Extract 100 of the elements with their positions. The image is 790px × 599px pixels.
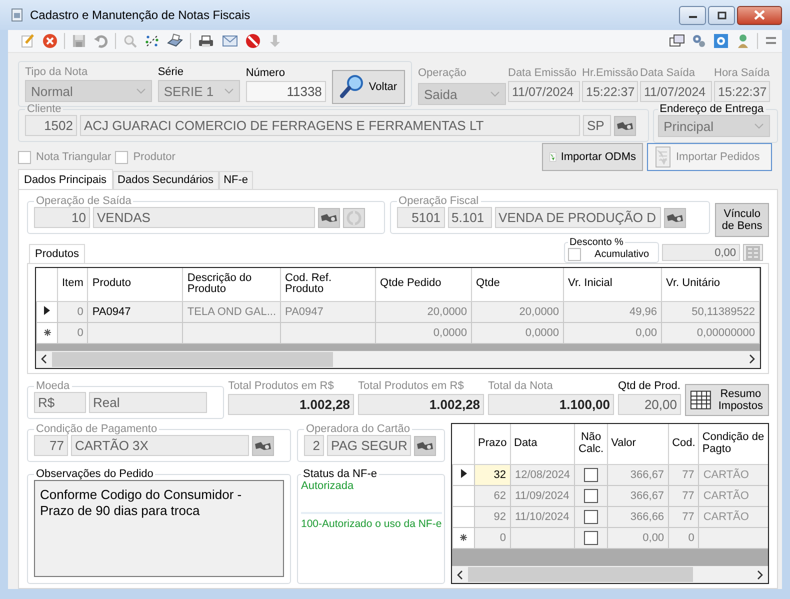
- column-header[interactable]: Condição de Pagto: [698, 424, 768, 464]
- tab[interactable]: NF-e: [218, 171, 254, 189]
- field-label: Total da Nota: [488, 380, 554, 393]
- gears-icon[interactable]: [691, 33, 707, 49]
- column-header[interactable]: Qtde Pedido: [376, 268, 472, 301]
- tab[interactable]: Dados Secundários: [112, 171, 219, 189]
- lookup-button[interactable]: [614, 116, 636, 136]
- code-field[interactable]: 10: [34, 207, 90, 228]
- table-cell: 366,67: [608, 485, 669, 506]
- window-title: Cadastro e Manutenção de Notas Fiscais: [30, 8, 250, 22]
- field-label: Total Produtos em R$: [358, 380, 465, 393]
- field-label: Data Saída: [640, 67, 696, 80]
- chevron-down-icon: [490, 91, 500, 97]
- scanner-icon[interactable]: [166, 33, 184, 49]
- code-field[interactable]: 5101: [396, 207, 445, 228]
- checkbox[interactable]: Acumulativo: [568, 248, 655, 261]
- table-cell: 12/08/2024: [510, 464, 575, 485]
- currency-code-field[interactable]: R$: [34, 392, 86, 413]
- horizontal-scrollbar[interactable]: [36, 350, 760, 368]
- chevron-down-icon: [136, 88, 146, 94]
- import-button[interactable]: Importar ODMs: [542, 143, 643, 171]
- group-title: Operação de Saída: [35, 195, 132, 207]
- table-cell: 62: [474, 485, 510, 506]
- lookup-button[interactable]: [664, 208, 686, 228]
- envelope-icon[interactable]: [221, 33, 239, 49]
- column-header[interactable]: Data: [510, 424, 575, 464]
- table-cell: PA0947: [280, 301, 376, 322]
- column-header[interactable]: Não Calc.: [574, 424, 608, 464]
- field-label: Qtd de Prod.: [618, 380, 681, 393]
- column-header[interactable]: Descrição do Produto: [182, 268, 281, 301]
- stop-icon[interactable]: [245, 33, 261, 49]
- column-header[interactable]: Prazo: [474, 424, 510, 464]
- total-field[interactable]: 1.002,28: [358, 394, 484, 415]
- close-icon: [754, 10, 765, 20]
- close-button[interactable]: [737, 6, 782, 24]
- table-cell: 32: [474, 464, 510, 485]
- operation-name-field[interactable]: VENDAS: [93, 207, 315, 228]
- checkbox[interactable]: [584, 530, 598, 544]
- status-message: 100-Autorizado o uso da NF-e: [301, 512, 442, 530]
- operation-name-field[interactable]: VENDA DE PRODUÇÃO D: [494, 207, 661, 228]
- checkbox[interactable]: [584, 510, 598, 524]
- card-operator-field[interactable]: PAG SEGUR: [327, 435, 411, 456]
- cfop-field[interactable]: 5.101: [448, 207, 492, 228]
- state-field[interactable]: SP: [583, 115, 611, 136]
- lookup-button[interactable]: [414, 436, 436, 456]
- total-field[interactable]: 1.100,00: [488, 394, 614, 415]
- lookup-button[interactable]: [252, 436, 274, 456]
- tax-summary-button[interactable]: Resumo Impostos: [685, 384, 769, 416]
- table-icon: [689, 389, 712, 411]
- cancel-icon[interactable]: [42, 33, 58, 49]
- lookup-button[interactable]: [318, 208, 340, 228]
- horizontal-scrollbar[interactable]: [452, 566, 768, 583]
- dropdown[interactable]: SERIE 1: [158, 80, 240, 102]
- column-header[interactable]: Cod.: [668, 424, 699, 464]
- table-cell: 366,67: [608, 464, 669, 485]
- minimize-button[interactable]: [679, 6, 706, 24]
- chevron-down-icon: [754, 123, 764, 129]
- table-cell: [698, 527, 768, 548]
- total-field[interactable]: 1.002,28: [228, 394, 354, 415]
- save-icon[interactable]: [71, 33, 87, 49]
- windows-icon[interactable]: [669, 33, 685, 49]
- column-header[interactable]: Vr. Unitário: [662, 268, 760, 301]
- group-title: Desconto %: [568, 237, 624, 248]
- new-row-icon: [44, 328, 50, 336]
- new-row-icon: [460, 534, 467, 540]
- column-header[interactable]: Valor: [608, 424, 669, 464]
- notes-field[interactable]: Conforme Codigo do Consumidor - Prazo de 90 dias para troca: [34, 480, 284, 577]
- table-cell: 11/09/2024: [510, 485, 575, 506]
- asset-link-button[interactable]: Vínculo de Bens: [715, 203, 770, 237]
- table-cell: 366,66: [608, 506, 669, 527]
- code-field[interactable]: 1502: [25, 115, 77, 136]
- table-cell: CARTÃO: [698, 506, 768, 527]
- tab[interactable]: Produtos: [29, 244, 86, 263]
- table-cell: 0,0000: [376, 322, 472, 343]
- table-cell: 92: [474, 506, 510, 527]
- column-header[interactable]: Item: [58, 268, 88, 301]
- checkbox[interactable]: [584, 488, 598, 502]
- quantity-field[interactable]: 20,00: [618, 394, 681, 415]
- settings-icon[interactable]: [713, 33, 729, 49]
- maximize-button[interactable]: [708, 6, 735, 24]
- back-button[interactable]: Voltar: [332, 70, 406, 104]
- table-cell: 0: [58, 301, 88, 322]
- client-name-field[interactable]: ACJ GUARACI COMERCIO DE FERRAGENS E FERRAMENTAS LT: [80, 115, 580, 136]
- checkbox[interactable]: [584, 468, 598, 482]
- discount-field[interactable]: 0,00: [662, 244, 740, 261]
- table-cell: PA0947: [88, 301, 183, 322]
- group-title: Endereço de Entrega: [658, 103, 765, 115]
- currency-name-field[interactable]: Real: [89, 392, 207, 413]
- magnifier-icon: [338, 74, 365, 100]
- tab[interactable]: Dados Principais: [18, 169, 113, 189]
- printer-icon[interactable]: [197, 33, 215, 49]
- number-field[interactable]: 11338: [246, 81, 326, 102]
- column-header[interactable]: Produto: [88, 268, 183, 301]
- code-field[interactable]: 2: [304, 435, 324, 456]
- payment-condition-field[interactable]: CARTÃO 3X: [71, 435, 249, 456]
- scatter-icon[interactable]: [144, 33, 160, 49]
- code-field[interactable]: 77: [34, 435, 68, 456]
- column-header[interactable]: Vr. Inicial: [564, 268, 662, 301]
- column-header[interactable]: Qtde: [472, 268, 564, 301]
- column-header[interactable]: Cod. Ref. Produto: [280, 268, 376, 301]
